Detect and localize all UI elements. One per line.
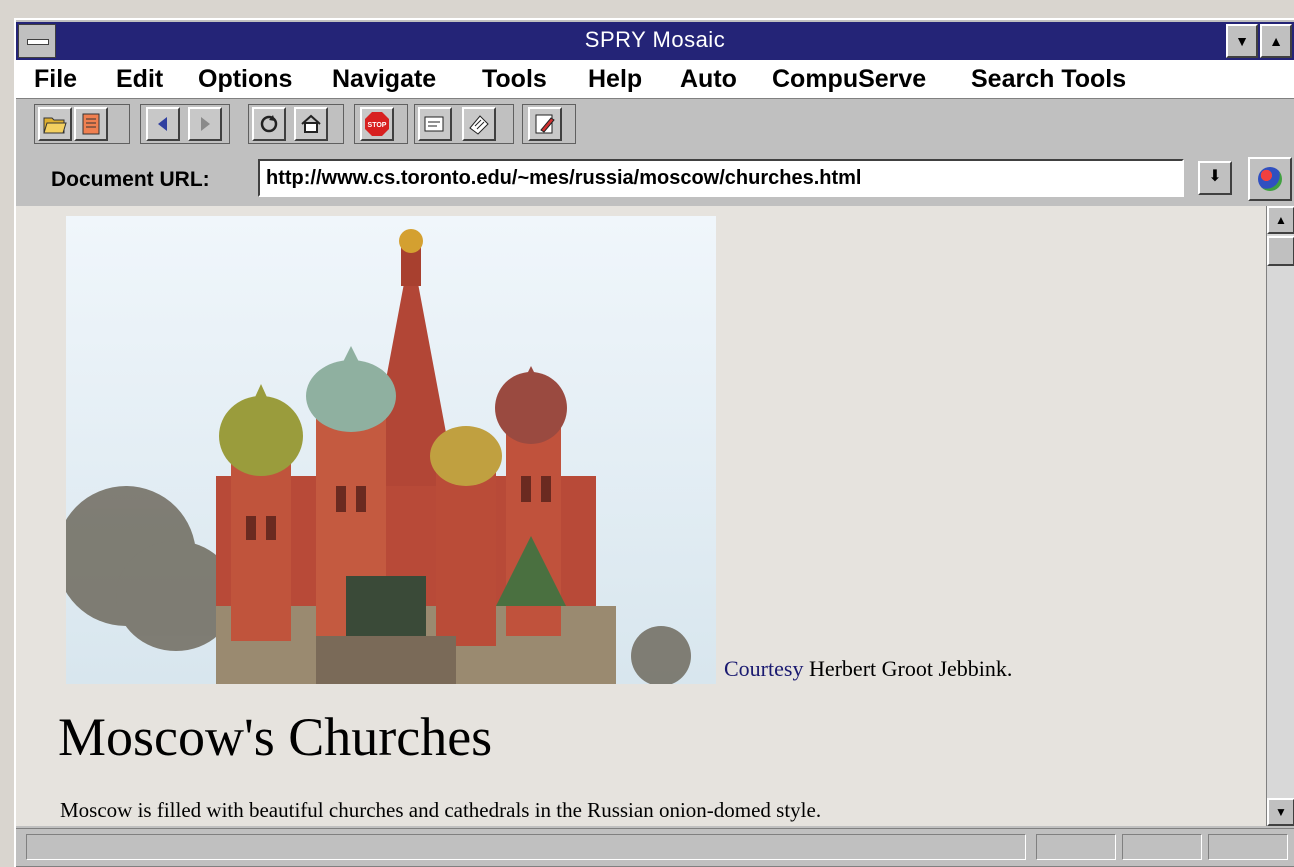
url-dropdown-button[interactable]: ⬇ [1198,161,1232,195]
menu-edit[interactable]: Edit [116,65,163,94]
reload-icon[interactable] [252,107,286,141]
minimize-button[interactable]: ▼ [1226,24,1258,58]
arrow-down-icon: ▼ [1275,805,1287,819]
menu-search-tools[interactable]: Search Tools [971,65,1126,94]
hotlist-icon[interactable] [418,107,452,141]
address-bar: Document URL: http://www.cs.toronto.edu/… [16,153,1294,205]
back-arrow-icon[interactable] [146,107,180,141]
forward-arrow-icon[interactable] [188,107,222,141]
page-heading: Moscow's Churches [58,707,493,767]
window-title: SPRY Mosaic [584,27,726,52]
menu-auto[interactable]: Auto [680,65,737,94]
vertical-scrollbar[interactable]: ▲ ▼ [1266,206,1294,826]
menu-help[interactable]: Help [588,65,642,94]
status-cell-3 [1208,834,1288,860]
status-message [26,834,1026,860]
menu-navigate[interactable]: Navigate [332,65,436,94]
stop-icon[interactable]: STOP [360,107,394,141]
svg-text:STOP: STOP [368,122,387,129]
url-field[interactable]: http://www.cs.toronto.edu/~mes/russia/mo… [258,159,1184,197]
status-cell-1 [1036,834,1116,860]
page-paragraph: Moscow is filled with beautiful churches… [60,798,822,822]
courtesy-link[interactable]: Courtesy [724,656,803,681]
toolbar: STOP [16,99,1294,151]
menu-file[interactable]: File [34,65,77,94]
document-view: Courtesy Herbert Groot Jebbink. Moscow's… [16,206,1266,826]
cathedral-photo [66,216,716,684]
url-label: Document URL: [51,168,210,191]
arrow-up-icon: ▲ [1275,213,1287,227]
status-bar [16,828,1294,865]
menu-compuserve[interactable]: CompuServe [772,65,926,94]
photo-caption: Courtesy Herbert Groot Jebbink. [724,656,1012,682]
open-folder-icon[interactable] [38,107,72,141]
arrow-down-icon: ⬇ [1208,168,1222,185]
notepad-icon[interactable] [74,107,108,141]
news-icon[interactable] [462,107,496,141]
status-cell-2 [1122,834,1202,860]
title-bar: SPRY Mosaic ▼ ▲ [16,22,1294,60]
browser-window: SPRY Mosaic ▼ ▲ File Edit Options Naviga… [14,18,1294,867]
menu-tools[interactable]: Tools [482,65,547,94]
home-icon[interactable] [294,107,328,141]
globe-button[interactable] [1248,157,1292,201]
scroll-down-button[interactable]: ▼ [1267,798,1294,826]
edit-icon[interactable] [528,107,562,141]
caption-credit: Herbert Groot Jebbink. [803,656,1013,681]
scroll-thumb[interactable] [1267,236,1294,266]
globe-icon [1258,167,1282,191]
scroll-up-button[interactable]: ▲ [1267,206,1294,234]
menu-bar: File Edit Options Navigate Tools Help Au… [16,60,1294,99]
menu-options[interactable]: Options [198,65,292,94]
maximize-button[interactable]: ▲ [1260,24,1292,58]
